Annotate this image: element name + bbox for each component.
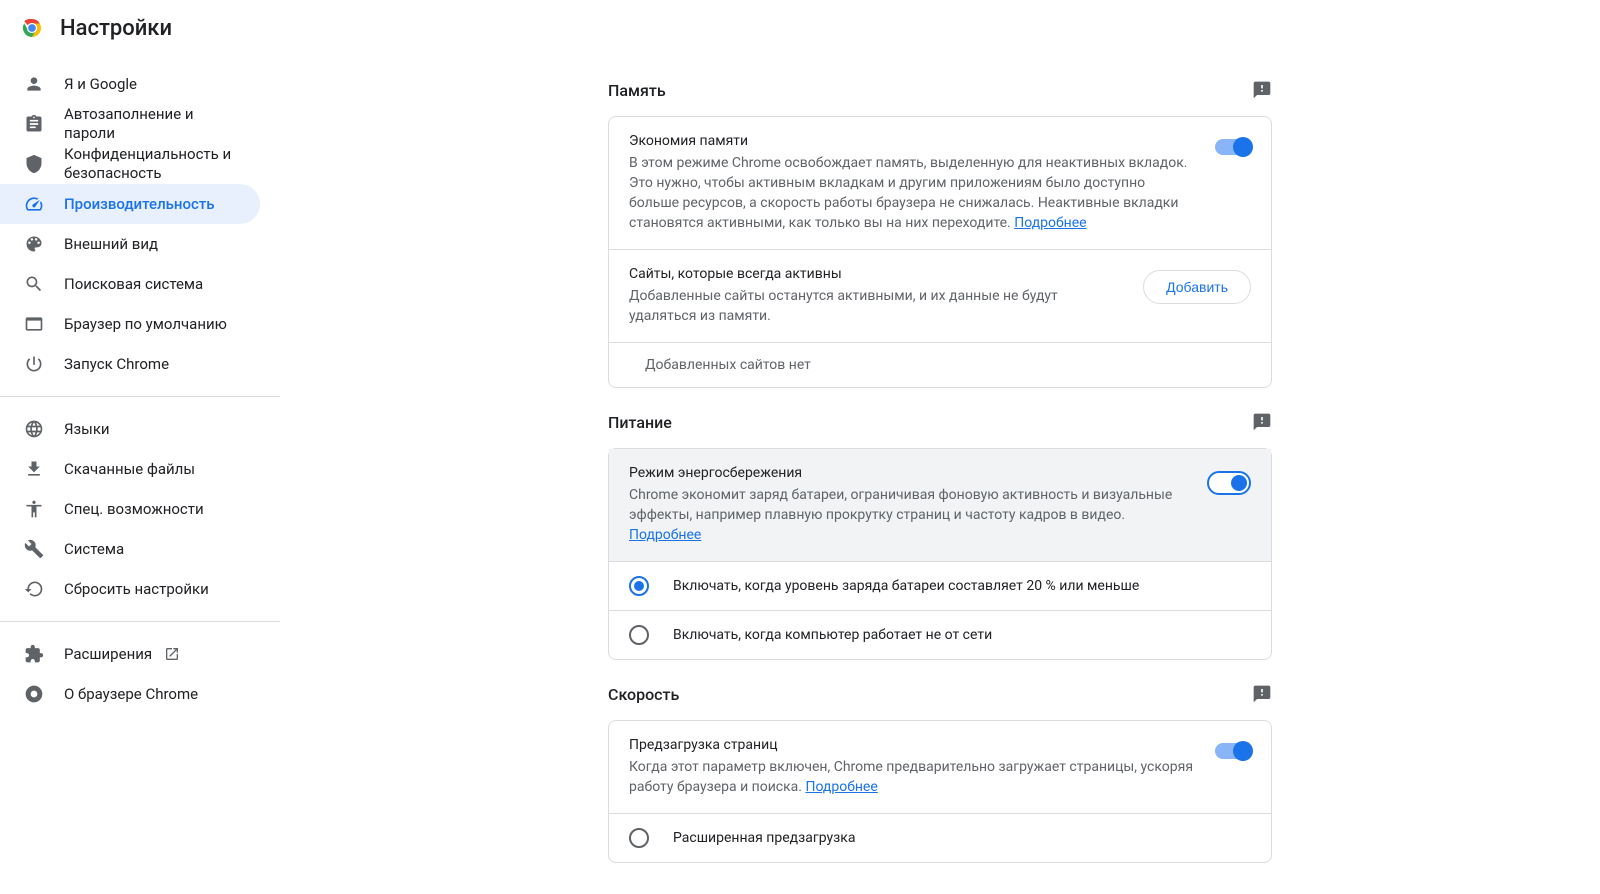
header-title: Настройки (60, 16, 172, 41)
sidebar-label: О браузере Chrome (64, 685, 198, 704)
assignment-icon (24, 114, 44, 134)
sidebar-item-search[interactable]: Поисковая система (0, 264, 260, 304)
accessibility-icon (24, 499, 44, 519)
sidebar-item-you-and-google[interactable]: Я и Google (0, 64, 260, 104)
speed-icon (24, 194, 44, 214)
sidebar-label: Запуск Chrome (64, 355, 169, 374)
sidebar-item-extensions[interactable]: Расширения (0, 634, 260, 674)
wrench-icon (24, 539, 44, 559)
preload-toggle[interactable] (1215, 743, 1251, 759)
speed-radio-extended-preload[interactable]: Расширенная предзагрузка (609, 813, 1271, 862)
sidebar-label: Спец. возможности (64, 500, 204, 519)
sidebar: Я и Google Автозаполнение и пароли Конфи… (0, 56, 280, 894)
active-sites-title: Сайты, которые всегда активны (629, 266, 1123, 282)
energy-saver-desc: Chrome экономит заряд батареи, ограничив… (629, 485, 1187, 545)
add-site-button[interactable]: Добавить (1143, 270, 1251, 304)
shield-icon (24, 154, 44, 174)
sidebar-label: Производительность (64, 195, 215, 214)
section-header-memory: Память (608, 80, 1272, 100)
sidebar-label: Сбросить настройки (64, 580, 209, 599)
sidebar-item-reset[interactable]: Сбросить настройки (0, 569, 260, 609)
power-radio-unplugged[interactable]: Включать, когда компьютер работает не от… (609, 610, 1271, 659)
sidebar-item-downloads[interactable]: Скачанные файлы (0, 449, 260, 489)
sidebar-label: Браузер по умолчанию (64, 315, 227, 334)
section-header-speed: Скорость (608, 684, 1272, 704)
sidebar-label: Автозаполнение и пароли (64, 105, 236, 143)
sidebar-item-appearance[interactable]: Внешний вид (0, 224, 260, 264)
sidebar-divider (0, 621, 280, 622)
memory-card: Экономия памяти В этом режиме Chrome осв… (608, 116, 1272, 388)
radio-dot-checked (629, 576, 649, 596)
feedback-button-power[interactable] (1252, 412, 1272, 432)
sidebar-item-default-browser[interactable]: Браузер по умолчанию (0, 304, 260, 344)
preload-more-link[interactable]: Подробнее (805, 779, 877, 795)
download-icon (24, 459, 44, 479)
chrome-logo-icon (20, 16, 44, 40)
sidebar-label: Я и Google (64, 75, 137, 94)
section-title: Питание (608, 413, 672, 432)
browser-icon (24, 314, 44, 334)
sidebar-label: Скачанные файлы (64, 460, 195, 479)
energy-saver-more-link[interactable]: Подробнее (629, 527, 701, 543)
memory-saver-more-link[interactable]: Подробнее (1014, 215, 1086, 231)
power-radio-battery-20[interactable]: Включать, когда уровень заряда батареи с… (609, 561, 1271, 610)
preload-desc: Когда этот параметр включен, Chrome пред… (629, 757, 1195, 797)
power-icon (24, 354, 44, 374)
sidebar-item-languages[interactable]: Языки (0, 409, 260, 449)
memory-saver-desc: В этом режиме Chrome освобождает память,… (629, 153, 1195, 233)
sidebar-item-system[interactable]: Система (0, 529, 260, 569)
extension-icon (24, 644, 44, 664)
feedback-button-speed[interactable] (1252, 684, 1272, 704)
sidebar-label: Языки (64, 420, 110, 439)
chrome-icon (24, 684, 44, 704)
memory-saver-title: Экономия памяти (629, 133, 1195, 149)
header: Настройки (0, 0, 1600, 56)
radio-label: Включать, когда компьютер работает не от… (673, 627, 992, 643)
memory-saver-toggle[interactable] (1215, 139, 1251, 155)
active-sites-row: Сайты, которые всегда активны Добавленны… (609, 249, 1271, 342)
energy-saver-row: Режим энергосбережения Chrome экономит з… (609, 449, 1271, 561)
feedback-button-memory[interactable] (1252, 80, 1272, 100)
radio-dot (629, 625, 649, 645)
radio-dot (629, 828, 649, 848)
sidebar-divider (0, 396, 280, 397)
sidebar-label: Конфиденциальность и безопасность (64, 145, 236, 183)
speed-card: Предзагрузка страниц Когда этот параметр… (608, 720, 1272, 863)
sidebar-item-privacy[interactable]: Конфиденциальность и безопасность (0, 144, 260, 184)
sidebar-item-about[interactable]: О браузере Chrome (0, 674, 260, 714)
sidebar-label: Поисковая система (64, 275, 203, 294)
search-icon (24, 274, 44, 294)
sidebar-item-accessibility[interactable]: Спец. возможности (0, 489, 260, 529)
preload-title: Предзагрузка страниц (629, 737, 1195, 753)
sidebar-item-autofill[interactable]: Автозаполнение и пароли (0, 104, 260, 144)
palette-icon (24, 234, 44, 254)
sidebar-item-startup[interactable]: Запуск Chrome (0, 344, 260, 384)
section-title: Память (608, 81, 666, 100)
energy-saver-toggle[interactable] (1207, 471, 1251, 495)
main-content: Память Экономия памяти В этом режиме Chr… (280, 56, 1600, 894)
no-sites-message: Добавленных сайтов нет (609, 342, 1271, 387)
person-icon (24, 74, 44, 94)
sidebar-label: Расширения (64, 645, 152, 664)
active-sites-desc: Добавленные сайты останутся активными, и… (629, 286, 1123, 326)
restore-icon (24, 579, 44, 599)
globe-icon (24, 419, 44, 439)
section-title: Скорость (608, 685, 679, 704)
energy-saver-title: Режим энергосбережения (629, 465, 1187, 481)
open-in-new-icon (164, 646, 180, 662)
section-header-power: Питание (608, 412, 1272, 432)
radio-label: Включать, когда уровень заряда батареи с… (673, 578, 1139, 594)
preload-row: Предзагрузка страниц Когда этот параметр… (609, 721, 1271, 813)
sidebar-label: Система (64, 540, 124, 559)
memory-saver-row: Экономия памяти В этом режиме Chrome осв… (609, 117, 1271, 249)
sidebar-label: Внешний вид (64, 235, 158, 254)
power-card: Режим энергосбережения Chrome экономит з… (608, 448, 1272, 660)
radio-label: Расширенная предзагрузка (673, 830, 855, 846)
sidebar-item-performance[interactable]: Производительность (0, 184, 260, 224)
